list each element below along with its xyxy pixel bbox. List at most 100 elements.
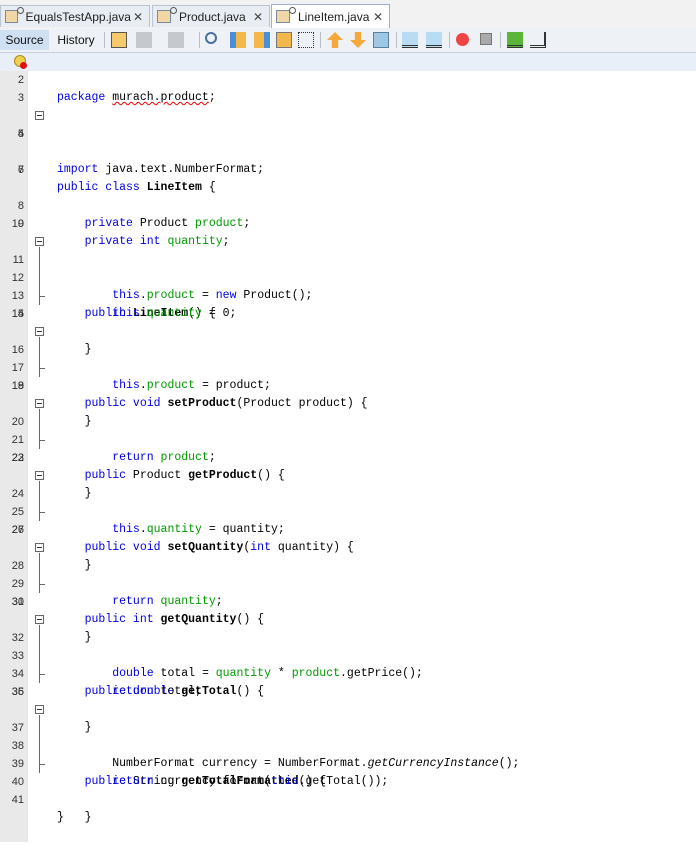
fold-end (39, 440, 45, 441)
line-number: 3 (17, 92, 24, 104)
fold-toggle-icon[interactable] (35, 615, 44, 624)
comment-icon[interactable] (507, 32, 523, 48)
toolbar-separator (396, 32, 397, 48)
code-line: 11 public LineItem() { (0, 233, 696, 320)
java-file-icon (157, 7, 177, 23)
stop-macro-icon[interactable] (480, 33, 492, 45)
shift-left-icon[interactable] (402, 32, 418, 48)
code-line: 21 return product; (0, 413, 696, 464)
close-icon[interactable]: ✕ (251, 10, 265, 24)
close-icon[interactable]: ✕ (131, 10, 145, 24)
java-file-icon (276, 7, 296, 23)
start-macro-icon[interactable] (456, 33, 469, 46)
code-line: 35 } (0, 665, 696, 734)
code-line: 40 } (0, 755, 696, 824)
line-number: 19 (11, 380, 24, 392)
line-number: 7 (17, 164, 24, 176)
code-line: 32 public double getTotal() { (0, 611, 696, 698)
fold-end (39, 674, 45, 675)
line-number: 15 (11, 308, 24, 320)
code-line: 28 public int getQuantity() { (0, 539, 696, 626)
fold-toggle-icon[interactable] (35, 111, 44, 120)
fold-end (39, 584, 45, 585)
code-line: 25 this.quantity = quantity; (0, 485, 696, 536)
fold-toggle-icon[interactable] (35, 705, 44, 714)
fold-end (39, 512, 45, 513)
tab-label: EqualsTestApp.java (25, 9, 131, 24)
fold-end (39, 368, 45, 369)
code-line: 7 (0, 161, 696, 179)
toolbar-separator (500, 32, 501, 48)
code-line: 29 return quantity; (0, 557, 696, 608)
code-line: 12 this.product = new Product(); (0, 251, 696, 302)
fold-toggle-icon[interactable] (35, 399, 44, 408)
code-line: 19 (0, 377, 696, 395)
source-button[interactable]: Source (0, 30, 49, 50)
back-icon[interactable] (136, 32, 152, 48)
code-line: 30 } (0, 575, 696, 644)
editor-toolbar: Source History (0, 28, 696, 53)
code-line: 26 } (0, 503, 696, 572)
line-number: 36 (11, 686, 24, 698)
java-file-icon (5, 7, 23, 23)
toolbar-separator (104, 32, 105, 48)
tab-equals-test-app[interactable]: EqualsTestApp.java ✕ (0, 5, 150, 27)
code-line: 39 return currency.format(this.getTotal(… (0, 737, 696, 788)
find-icon[interactable] (205, 32, 217, 44)
code-editor[interactable]: package murach.product; 2 3 4 import jav… (0, 53, 696, 824)
forward-icon[interactable] (168, 32, 184, 48)
find-previous-icon[interactable] (230, 32, 246, 48)
line-number: 31 (11, 596, 24, 608)
next-bookmark-icon[interactable] (350, 32, 366, 48)
fold-toggle-icon[interactable] (35, 471, 44, 480)
toolbar-separator (449, 32, 450, 48)
line-number: 23 (11, 452, 24, 464)
previous-bookmark-icon[interactable] (327, 32, 343, 48)
tab-label: Product.java (179, 9, 246, 24)
tab-product[interactable]: Product.java ✕ (152, 5, 270, 27)
fold-end (39, 764, 45, 765)
code-line: 15 (0, 305, 696, 323)
code-line: 36 (0, 683, 696, 701)
line-number: 5 (17, 128, 24, 140)
uncomment-icon[interactable] (530, 32, 546, 48)
code-line: 16 public void setProduct(Product produc… (0, 323, 696, 410)
toggle-bookmark-icon[interactable] (373, 32, 389, 48)
code-line: 18 } (0, 359, 696, 428)
tab-line-item[interactable]: LineItem.java ✕ (271, 4, 390, 28)
line-number: 10 (11, 218, 24, 230)
close-icon[interactable]: ✕ (371, 10, 385, 24)
code-line: 8 private Product product; (0, 179, 696, 230)
last-edit-icon[interactable] (111, 32, 127, 48)
history-button[interactable]: History (52, 30, 100, 50)
line-number: 2 (17, 74, 24, 86)
code-line: 41 } (0, 773, 696, 824)
fold-toggle-icon[interactable] (35, 327, 44, 336)
code-line: 24 public void setQuantity(int quantity)… (0, 467, 696, 554)
code-line: 17 this.product = product; (0, 341, 696, 392)
code-line: 14 } (0, 287, 696, 356)
code-line: 37 public String getTotalFormatted() { (0, 701, 696, 788)
toolbar-separator (320, 32, 321, 48)
toggle-rect-selection-icon[interactable] (298, 32, 314, 48)
shift-right-icon[interactable] (426, 32, 442, 48)
code-line: 4 import java.text.NumberFormat; (0, 107, 696, 176)
code-line: 22 } (0, 431, 696, 500)
code-line: 9 private int quantity; (0, 197, 696, 248)
code-line: 2 (0, 71, 696, 89)
line-number: 41 (11, 794, 24, 806)
tab-label: LineItem.java (298, 9, 370, 24)
code-line: package murach.product; (0, 53, 696, 104)
code-line: 3 (0, 89, 696, 107)
fold-toggle-icon[interactable] (35, 543, 44, 552)
error-hint-icon[interactable] (14, 55, 27, 69)
toggle-highlight-icon[interactable] (276, 32, 292, 48)
code-line: 33 double total = quantity * product.get… (0, 629, 696, 680)
fold-toggle-icon[interactable] (35, 237, 44, 246)
code-line: 27 (0, 521, 696, 539)
find-next-icon[interactable] (254, 32, 270, 48)
toolbar-separator (199, 32, 200, 48)
fold-end (39, 296, 45, 297)
code-line: 38 NumberFormat currency = NumberFormat.… (0, 719, 696, 770)
code-line: 20 public Product getProduct() { (0, 395, 696, 482)
